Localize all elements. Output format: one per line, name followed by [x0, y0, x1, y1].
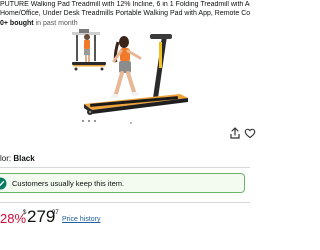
- product-title-line-2: Home/Office, Under Desk Treadmills Porta…: [0, 9, 250, 17]
- variant-color-value: Black: [13, 154, 35, 163]
- check-circle-icon: [0, 177, 7, 190]
- divider-top: [0, 167, 250, 168]
- divider-bottom: [0, 202, 250, 203]
- price-currency-symbol: $: [23, 210, 27, 216]
- price-row: 28% $ 279 97 Price history: [0, 206, 250, 230]
- variant-color-label: lor:: [0, 154, 14, 163]
- product-title-line-1: PUTURE Walking Pad Treadmill with 12% In…: [0, 1, 250, 8]
- bought-in-past-month: 0+ bought in past month: [0, 20, 78, 28]
- price-history-link[interactable]: Price history: [62, 215, 101, 224]
- desk-scene-inset: [72, 29, 106, 71]
- keep-item-banner: Customers usually keep this item.: [0, 173, 245, 193]
- share-icon[interactable]: [229, 127, 241, 139]
- heart-icon[interactable]: [244, 127, 256, 139]
- product-image[interactable]: [70, 28, 198, 132]
- treadmill-main: [84, 34, 188, 115]
- variant-color: lor: Black: [0, 154, 35, 164]
- price-fraction: 97: [52, 210, 59, 216]
- gallery-dots: [82, 120, 132, 124]
- bought-suffix: in past month: [33, 20, 78, 27]
- bought-count: 0+ bought: [0, 20, 34, 27]
- keep-item-text: Customers usually keep this item.: [12, 179, 125, 188]
- product-title: PUTURE Walking Pad Treadmill with 12% In…: [0, 1, 250, 18]
